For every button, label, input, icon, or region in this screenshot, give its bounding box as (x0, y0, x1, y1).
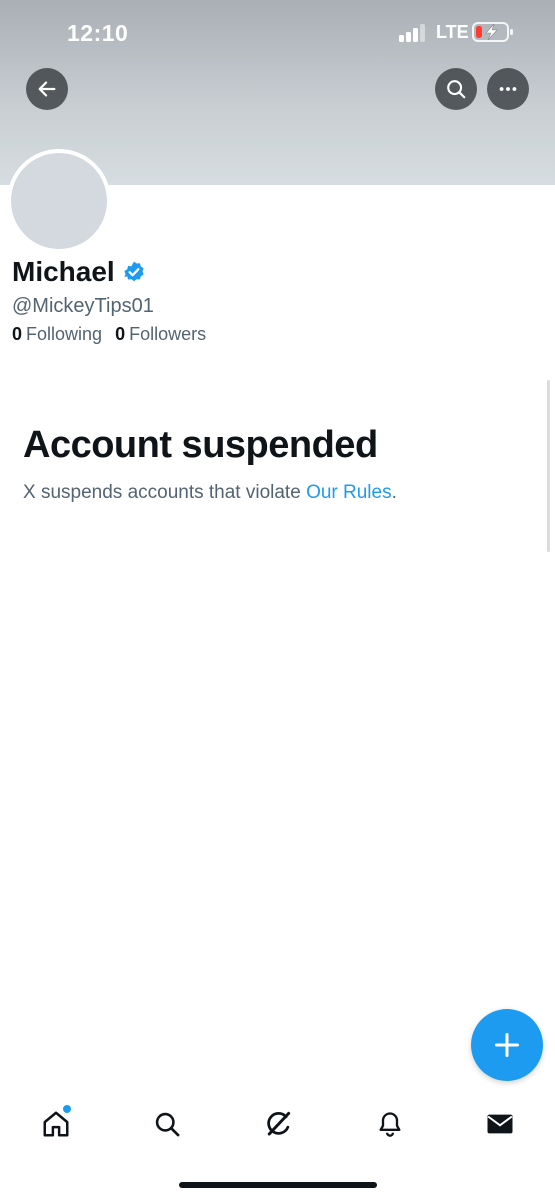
bottom-tab-bar (0, 1096, 555, 1154)
scrollbar[interactable] (547, 380, 550, 552)
profile-name: Michael (12, 256, 115, 287)
plus-icon (494, 1032, 520, 1058)
avatar[interactable] (7, 149, 111, 253)
follow-stats: 0 Following 0 Followers (12, 324, 219, 345)
more-horizontal-icon (499, 87, 517, 91)
followers-link[interactable]: 0 Followers (115, 324, 206, 345)
cellular-signal-icon (399, 24, 429, 42)
following-label: Following (26, 324, 103, 344)
notifications-bell-icon (379, 1112, 401, 1137)
search-icon (447, 80, 466, 99)
compose-post-button[interactable] (471, 1009, 543, 1081)
more-options-button[interactable] (487, 68, 529, 110)
home-notification-dot (62, 1104, 72, 1114)
tab-grok[interactable] (258, 1104, 298, 1144)
our-rules-link[interactable]: Our Rules (306, 482, 392, 503)
verified-badge-icon[interactable] (122, 260, 146, 284)
suspension-message: X suspends accounts that violate Our Rul… (23, 482, 397, 504)
messages-icon (487, 1114, 513, 1134)
profile-name-row: Michael (12, 256, 146, 288)
profile-handle: @MickeyTips01 (12, 295, 154, 317)
battery-charging-icon (472, 22, 513, 42)
search-button[interactable] (435, 68, 477, 110)
suspension-title: Account suspended (23, 424, 378, 466)
status-time: 12:10 (67, 20, 129, 46)
followers-count: 0 (115, 324, 126, 344)
grok-icon (267, 1111, 291, 1136)
tab-notifications[interactable] (370, 1104, 410, 1144)
following-count: 0 (12, 324, 23, 344)
search-icon (155, 1112, 180, 1137)
following-link[interactable]: 0 Following (12, 324, 102, 345)
back-button[interactable] (26, 68, 68, 110)
arrow-left-icon (38, 81, 56, 97)
status-bar: 12:10 LTE (0, 0, 555, 68)
tab-messages[interactable] (480, 1104, 520, 1144)
suspension-text-end: . (391, 482, 397, 503)
network-type: LTE (436, 22, 469, 42)
suspension-text: X suspends accounts that violate (23, 482, 307, 503)
tab-search[interactable] (147, 1104, 187, 1144)
followers-label: Followers (129, 324, 207, 344)
home-indicator (179, 1182, 377, 1188)
